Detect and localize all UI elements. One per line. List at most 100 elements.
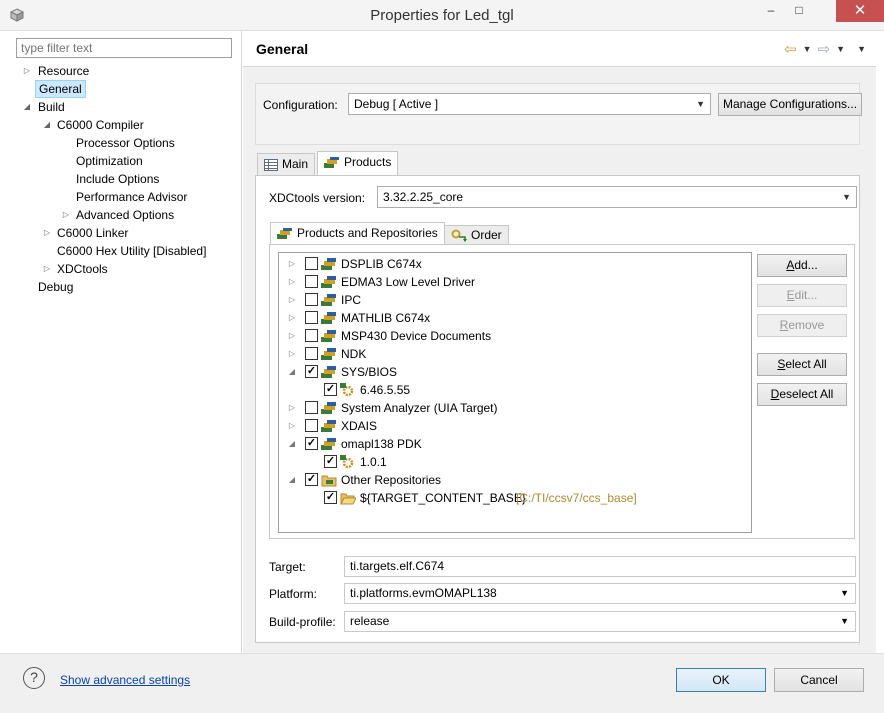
checkbox-checked[interactable]: ✓: [324, 491, 337, 504]
maximize-button[interactable]: □: [786, 0, 812, 22]
expand-arrow-icon[interactable]: ▷: [42, 260, 52, 278]
configuration-select[interactable]: Debug [ Active ] ▼: [348, 93, 711, 115]
sidebar-item-debug[interactable]: Debug: [8, 278, 242, 296]
sidebar-item-advanced-options[interactable]: ▷ Advanced Options: [8, 206, 242, 224]
expand-arrow-icon[interactable]: ▷: [287, 309, 297, 327]
package-icon: [321, 438, 336, 450]
property-page: General ⇦ ▼ ⇨ ▼ ▼ Configuration: Debug […: [243, 31, 876, 653]
collapse-arrow-icon[interactable]: ◢: [287, 471, 297, 489]
checkbox[interactable]: [305, 419, 318, 432]
tab-products[interactable]: Products: [317, 151, 399, 175]
tree-row[interactable]: ▷ System Analyzer (UIA Target): [279, 399, 749, 417]
close-button[interactable]: ✕: [836, 0, 884, 22]
tree-item-label: ${TARGET_CONTENT_BASE}: [360, 491, 526, 505]
expand-arrow-icon[interactable]: ▷: [287, 399, 297, 417]
package-icon: [321, 258, 336, 270]
checkbox[interactable]: [305, 329, 318, 342]
view-menu-icon[interactable]: ▼: [857, 44, 866, 54]
collapse-arrow-icon[interactable]: ◢: [42, 116, 52, 134]
sidebar-item-resource[interactable]: ▷ Resource: [8, 62, 242, 80]
add-button[interactable]: Add...: [757, 254, 847, 277]
expand-arrow-icon[interactable]: ▷: [22, 62, 32, 80]
tab-main[interactable]: Main: [257, 153, 316, 175]
dropdown-icon[interactable]: ▼: [803, 44, 812, 54]
tree-row[interactable]: ▷ DSPLIB C674x: [279, 255, 749, 273]
tree-item-label: DSPLIB C674x: [341, 257, 422, 271]
expand-arrow-icon[interactable]: ▷: [287, 345, 297, 363]
help-icon[interactable]: ?: [23, 667, 45, 689]
platform-select[interactable]: ti.platforms.evmOMAPL138 ▼: [344, 583, 856, 604]
expand-arrow-icon[interactable]: ▷: [287, 417, 297, 435]
checkbox-checked[interactable]: ✓: [305, 365, 318, 378]
package-icon: [321, 294, 336, 306]
ok-button[interactable]: OK: [676, 668, 766, 692]
expand-arrow-icon[interactable]: ▷: [42, 224, 52, 242]
table-icon: [264, 158, 278, 171]
tree-row[interactable]: ✓ 6.46.5.55: [279, 381, 749, 399]
sidebar-item-general[interactable]: General: [8, 80, 242, 98]
sidebar-item-include-options[interactable]: Include Options: [8, 170, 242, 188]
sidebar-item-label: C6000 Compiler: [57, 118, 144, 132]
manage-configurations-button[interactable]: Manage Configurations...: [718, 93, 862, 116]
back-arrow-icon[interactable]: ⇦: [784, 40, 797, 58]
xdctools-version-select[interactable]: 3.32.2.25_core ▼: [377, 186, 857, 208]
checkbox[interactable]: [305, 311, 318, 324]
build-profile-select[interactable]: release ▼: [344, 611, 856, 632]
tree-row[interactable]: ▷ MATHLIB C674x: [279, 309, 749, 327]
minimize-button[interactable]: –: [758, 0, 784, 22]
tree-row[interactable]: ▷ MSP430 Device Documents: [279, 327, 749, 345]
checkbox-checked[interactable]: ✓: [324, 455, 337, 468]
tree-row[interactable]: ◢ ✓ Other Repositories: [279, 471, 749, 489]
collapse-arrow-icon[interactable]: ◢: [22, 98, 32, 116]
expand-arrow-icon[interactable]: ▷: [287, 327, 297, 345]
tree-row[interactable]: ◢ ✓ SYS/BIOS: [279, 363, 749, 381]
tab-products-and-repositories[interactable]: Products and Repositories: [270, 222, 445, 244]
tree-row[interactable]: ✓ ${TARGET_CONTENT_BASE} [C:/TI/ccsv7/cc…: [279, 489, 749, 507]
sidebar-item-c6000-linker[interactable]: ▷ C6000 Linker: [8, 224, 242, 242]
sidebar-item-c6000-hex-utility[interactable]: C6000 Hex Utility [Disabled]: [8, 242, 242, 260]
tree-row[interactable]: ✓ 1.0.1: [279, 453, 749, 471]
tree-row[interactable]: ◢ ✓ omapl138 PDK: [279, 435, 749, 453]
tree-row[interactable]: ▷ XDAIS: [279, 417, 749, 435]
sidebar-item-xdctools[interactable]: ▷ XDCtools: [8, 260, 242, 278]
package-icon: [321, 402, 336, 414]
checkbox[interactable]: [305, 275, 318, 288]
checkbox[interactable]: [305, 401, 318, 414]
packages-icon: [324, 156, 339, 168]
sidebar-item-build[interactable]: ◢ Build: [8, 98, 242, 116]
tree-row[interactable]: ▷ NDK: [279, 345, 749, 363]
tab-order[interactable]: Order: [444, 225, 509, 245]
page-title: General: [256, 41, 309, 57]
select-all-button[interactable]: Select All: [757, 353, 847, 376]
checkbox[interactable]: [305, 347, 318, 360]
deselect-all-button[interactable]: Deselect All: [757, 383, 847, 406]
show-advanced-settings-link[interactable]: Show advanced settings: [60, 673, 190, 687]
chevron-down-icon: ▼: [840, 616, 849, 626]
expand-arrow-icon[interactable]: ▷: [287, 255, 297, 273]
forward-arrow-icon[interactable]: ⇨: [818, 40, 831, 58]
checkbox[interactable]: [305, 257, 318, 270]
checkbox-checked[interactable]: ✓: [324, 383, 337, 396]
expand-arrow-icon[interactable]: ▷: [61, 206, 71, 224]
collapse-arrow-icon[interactable]: ◢: [287, 363, 297, 381]
sidebar-item-label: C6000 Hex Utility [Disabled]: [57, 244, 207, 258]
products-tree[interactable]: ▷ DSPLIB C674x ▷ EDMA3 Low Level Driver …: [278, 252, 752, 533]
sidebar-item-c6000-compiler[interactable]: ◢ C6000 Compiler: [8, 116, 242, 134]
sidebar-item-optimization[interactable]: Optimization: [8, 152, 242, 170]
sidebar-item-label: Processor Options: [76, 136, 175, 150]
checkbox[interactable]: [305, 293, 318, 306]
tree-row[interactable]: ▷ IPC: [279, 291, 749, 309]
tree-row[interactable]: ▷ EDMA3 Low Level Driver: [279, 273, 749, 291]
expand-arrow-icon[interactable]: ▷: [287, 291, 297, 309]
collapse-arrow-icon[interactable]: ◢: [287, 435, 297, 453]
sidebar-item-processor-options[interactable]: Processor Options: [8, 134, 242, 152]
cancel-button[interactable]: Cancel: [774, 668, 864, 692]
dropdown-icon[interactable]: ▼: [836, 44, 845, 54]
expand-arrow-icon[interactable]: ▷: [287, 273, 297, 291]
checkbox-checked[interactable]: ✓: [305, 473, 318, 486]
filter-input[interactable]: [16, 38, 232, 58]
target-field[interactable]: ti.targets.elf.C674: [344, 556, 856, 577]
checkbox-checked[interactable]: ✓: [305, 437, 318, 450]
build-profile-label: Build-profile:: [269, 615, 336, 629]
sidebar-item-performance-advisor[interactable]: Performance Advisor: [8, 188, 242, 206]
